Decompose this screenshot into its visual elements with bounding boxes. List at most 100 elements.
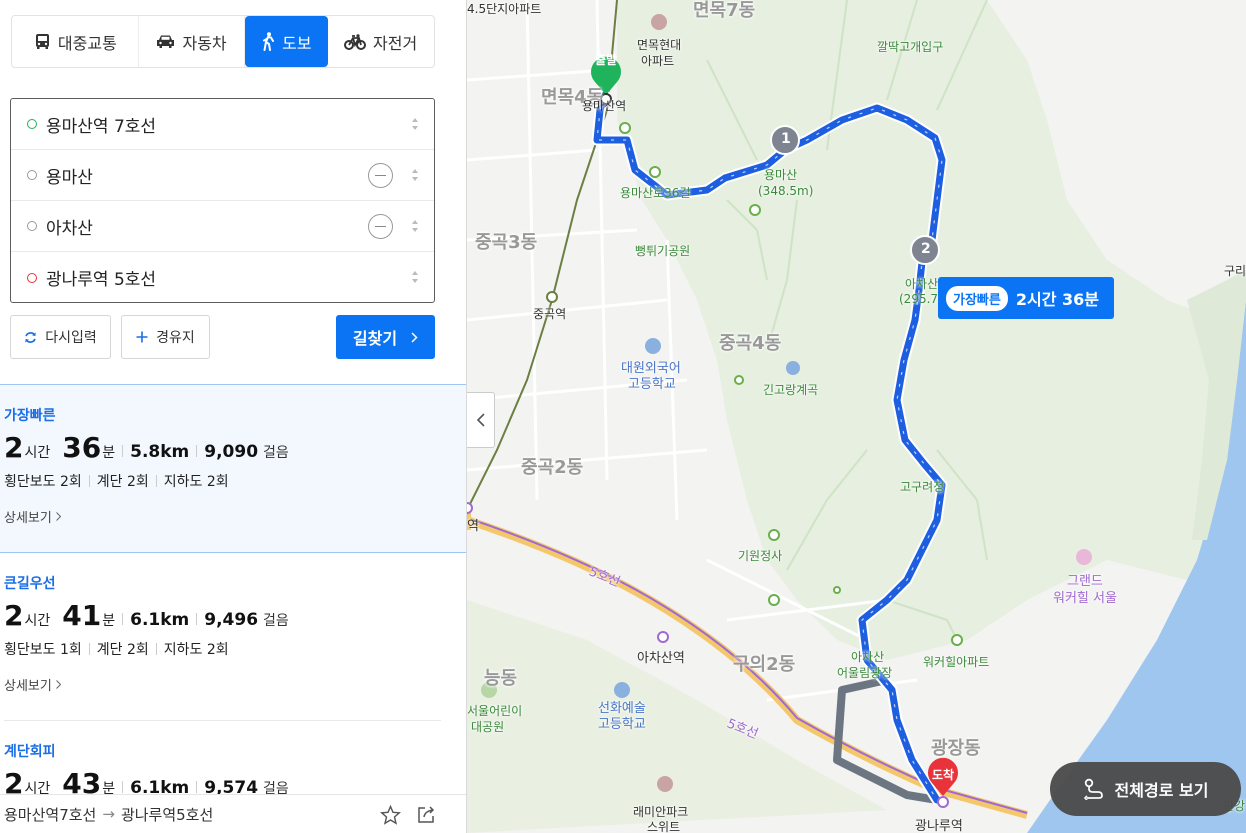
share-icon[interactable] — [416, 805, 436, 825]
tab-bicycle-label: 자전거 — [373, 33, 418, 53]
route-result-card[interactable]: 가장빠른 2 시간 36 분 5.8km 9,090 걸음 횡단보도 2회 계단… — [0, 384, 466, 553]
map-label: 중곡4동 — [719, 333, 782, 354]
map-label: 고등학교 — [628, 377, 676, 392]
drag-handle-icon[interactable] — [410, 217, 420, 235]
map-label: (348.5m) — [758, 184, 814, 198]
map-label: 중곡3동 — [475, 232, 538, 253]
map-label: 고등학교 — [598, 717, 646, 732]
duration-hours: 2 — [4, 767, 24, 794]
map-label: 광나루역 — [915, 819, 963, 833]
details-link[interactable]: 상세보기 — [4, 507, 466, 526]
map-label: 뻥튀기공원 — [635, 244, 691, 258]
map-label: 고구려정 — [900, 480, 945, 494]
waypoint-label: 아차산 — [46, 218, 93, 239]
start-marker-label: 출발 — [595, 53, 618, 67]
tab-car-label: 자동차 — [182, 33, 227, 53]
steps-unit: 걸음 — [263, 445, 289, 461]
end-point-label: 광나루역 5호선 — [46, 270, 157, 290]
end-point-row[interactable]: 광나루역 5호선 — [11, 252, 434, 303]
route-result-tag: 계단회피 — [4, 744, 56, 760]
find-route-button[interactable]: 길찾기 — [336, 315, 435, 359]
details-link-label: 상세보기 — [4, 679, 52, 694]
route-result-tag: 가장빠른 — [4, 408, 56, 424]
drag-handle-icon[interactable] — [410, 166, 420, 184]
find-route-label: 길찾기 — [352, 329, 398, 348]
chevron-right-icon — [55, 680, 61, 689]
map-canvas — [467, 0, 1246, 833]
map-label: 용마산역 — [582, 99, 627, 113]
star-icon[interactable] — [380, 805, 401, 825]
map-label: 역 — [467, 519, 479, 534]
duration-minutes: 41 — [62, 599, 102, 632]
chevron-left-icon — [476, 413, 485, 427]
walk-icon — [263, 32, 275, 51]
bus-icon — [35, 34, 49, 49]
route-result-card[interactable]: 큰길우선 2 시간 41 분 6.1km 9,496 걸음 횡단보도 1회 계단… — [0, 553, 466, 721]
tab-walk[interactable]: 도보 — [245, 16, 329, 67]
route-result-card[interactable]: 계단회피 2 시간 43 분 6.1km 9,574 걸음 — [0, 721, 466, 794]
map-label: 워커힐 서울 — [1053, 591, 1117, 606]
add-waypoint-button[interactable]: 경유지 — [121, 315, 210, 359]
route-badge-tag: 가장빠른 — [946, 285, 1008, 311]
remove-waypoint-button[interactable] — [368, 163, 393, 188]
route-time-badge[interactable]: 가장빠른 2시간 36분 — [938, 277, 1114, 319]
divider — [122, 613, 124, 625]
divider — [88, 643, 90, 655]
divider — [122, 445, 124, 457]
route-results-list: 가장빠른 2 시간 36 분 5.8km 9,090 걸음 횡단보도 2회 계단… — [0, 384, 466, 794]
duration-hours: 2 — [4, 599, 24, 632]
divider — [88, 475, 90, 487]
footer-from: 용마산역7호선 — [4, 805, 97, 824]
waypoint-row[interactable]: 아차산 — [11, 201, 434, 252]
collapse-sidebar-button[interactable] — [467, 392, 495, 448]
map-label: 깔딱고개입구 — [877, 40, 944, 54]
hours-unit: 시간 — [24, 613, 51, 629]
map-label: 구의2동 — [733, 654, 796, 675]
map-label: 아차산 — [851, 650, 885, 664]
map-label: 기원정사 — [738, 549, 783, 563]
tab-bicycle[interactable]: 자전거 — [328, 16, 433, 67]
add-waypoint-label: 경유지 — [156, 330, 195, 346]
waypoint-label: 용마산 — [46, 167, 93, 188]
map-label: 아파트 — [641, 54, 675, 68]
waypoint-row[interactable]: 용마산 — [11, 150, 434, 201]
map-label: 용마산로36길 — [620, 186, 691, 200]
drag-handle-icon[interactable] — [410, 115, 420, 133]
reset-label: 다시입력 — [45, 330, 97, 346]
crosswalk-count: 횡단보도 2회 — [4, 474, 82, 490]
reset-button[interactable]: 다시입력 — [10, 315, 111, 359]
map-label: 능동 — [484, 668, 518, 689]
hours-unit: 시간 — [24, 445, 51, 461]
map-label: 면목현대 — [637, 38, 682, 52]
map-view[interactable]: 출발 도착 1 2 4.5단지아파트 면목7동 면목현대 아파트 깔딱고개입구 … — [467, 0, 1246, 833]
view-full-route-button[interactable]: 전체경로 보기 — [1050, 762, 1241, 816]
remove-waypoint-button[interactable] — [368, 214, 393, 239]
waypoint-dot-icon — [27, 170, 37, 180]
steps-unit: 걸음 — [263, 613, 289, 629]
drag-handle-icon[interactable] — [410, 268, 420, 286]
map-label: 중곡역 — [533, 307, 567, 321]
details-link[interactable]: 상세보기 — [4, 675, 466, 694]
car-icon — [157, 35, 175, 48]
start-point-row[interactable]: 용마산역 7호선 — [11, 99, 434, 150]
stairs-count: 계단 2회 — [96, 642, 149, 658]
start-point-label: 용마산역 7호선 — [46, 116, 157, 137]
sidebar: 대중교통 자동차 도보 자전거 용마산역 7호선 용마산 아차산 광나루역 5호… — [0, 0, 467, 833]
details-link-label: 상세보기 — [4, 511, 52, 526]
divider — [155, 643, 157, 655]
waypoint-1-number: 1 — [781, 131, 791, 147]
tab-transit[interactable]: 대중교통 — [13, 16, 139, 67]
route-result-tag: 큰길우선 — [4, 576, 56, 592]
divider — [196, 445, 198, 457]
refresh-icon — [25, 331, 37, 343]
tab-walk-label: 도보 — [282, 33, 312, 53]
crosswalk-count: 횡단보도 1회 — [4, 642, 82, 658]
stairs-count: 계단 2회 — [96, 474, 149, 490]
tab-car[interactable]: 자동차 — [139, 16, 246, 67]
end-marker-label: 도착 — [932, 768, 955, 782]
map-label: 4.5단지아파트 — [467, 2, 542, 16]
transport-mode-tabs: 대중교통 자동차 도보 자전거 — [11, 15, 435, 68]
waypoint-2-number: 2 — [921, 241, 931, 257]
bicycle-icon — [344, 33, 367, 50]
route-details: 횡단보도 1회 계단 2회 지하도 2회 — [4, 639, 466, 659]
